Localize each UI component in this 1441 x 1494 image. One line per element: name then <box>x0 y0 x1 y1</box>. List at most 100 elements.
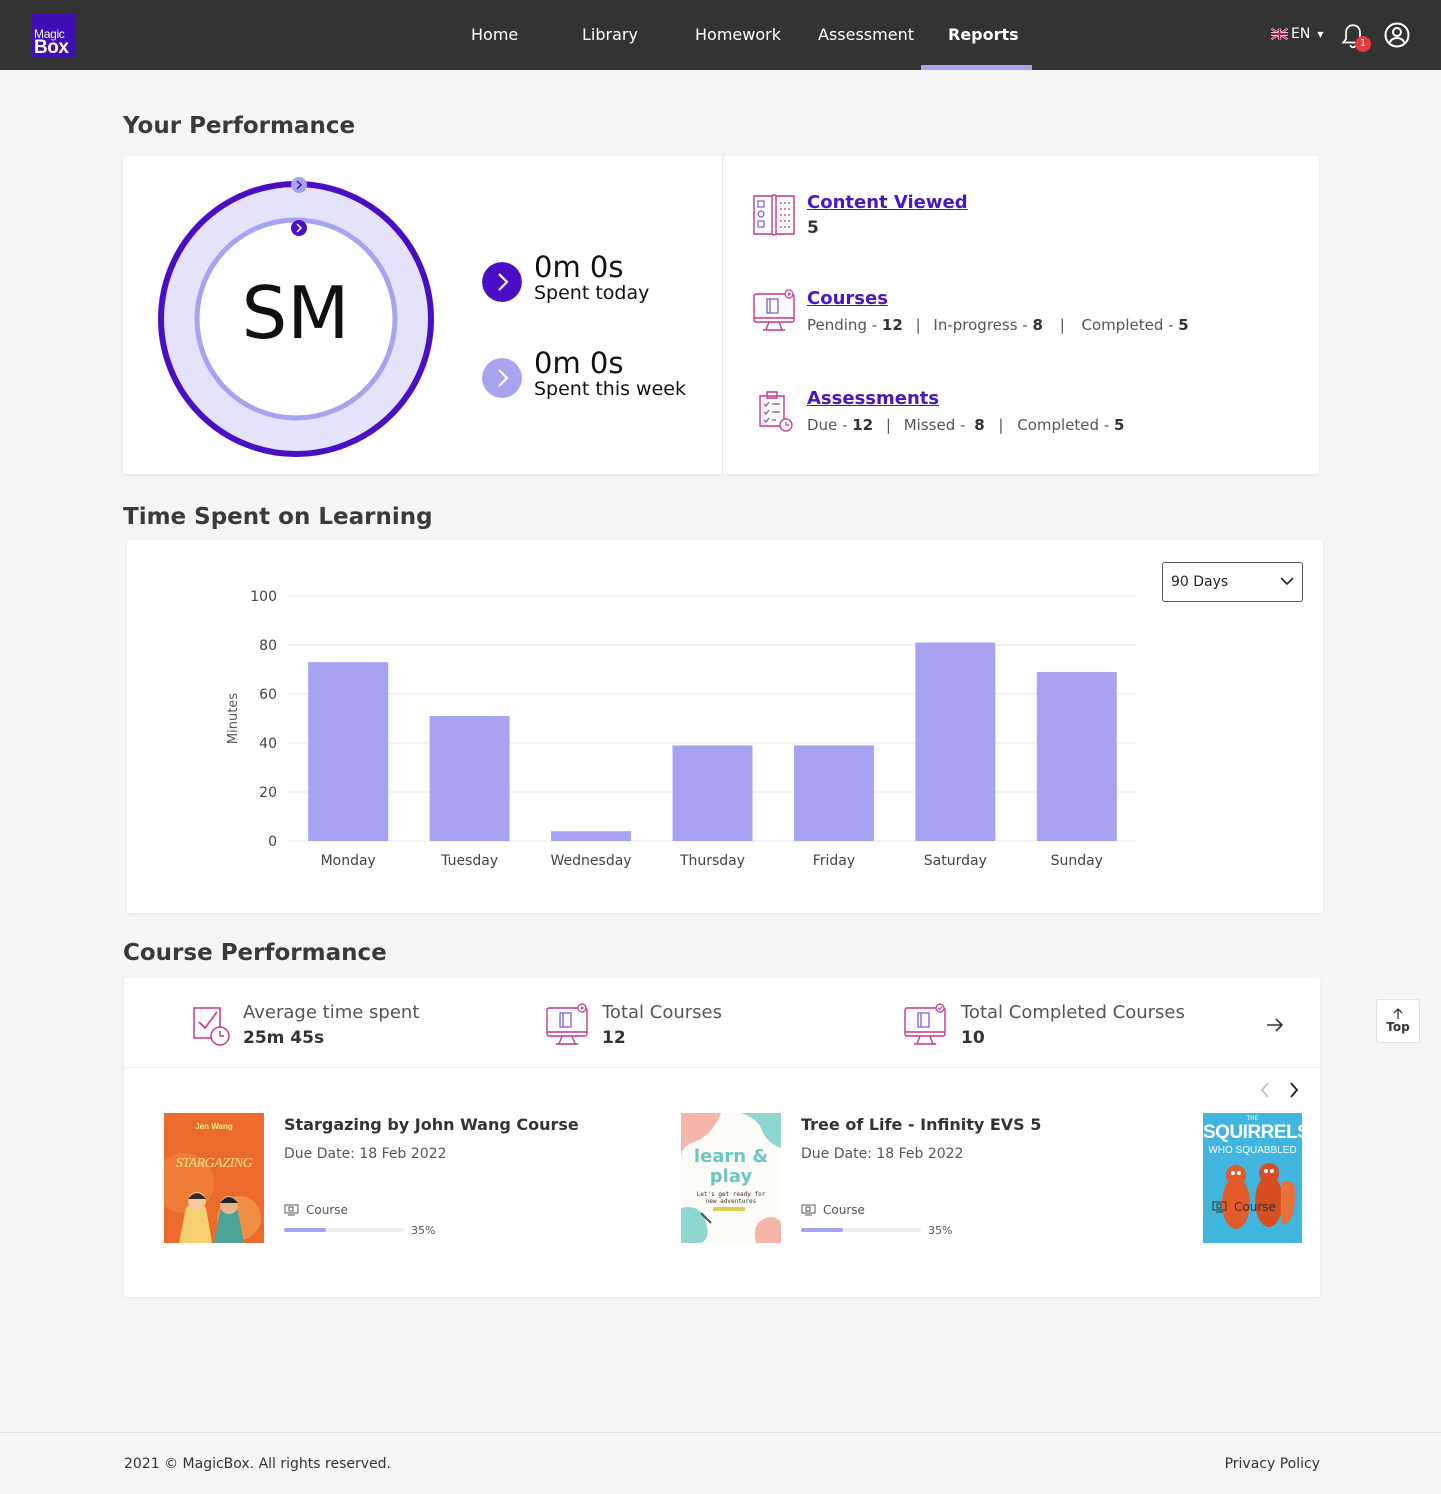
avg-time-label: Average time spent <box>243 1002 420 1023</box>
footer-copyright: 2021 © MagicBox. All rights reserved. <box>124 1456 391 1472</box>
course-title[interactable]: Stargazing by John Wang Course <box>284 1115 579 1134</box>
spent-today-label: Spent today <box>534 282 650 304</box>
monitor-check-icon <box>904 1003 946 1045</box>
assess-due-label: Due - <box>807 416 853 434</box>
logo-line2: Box <box>34 37 69 58</box>
course-progress-label: 35% <box>928 1224 953 1237</box>
assessments-breakdown: Due - 12 | Missed - 8 | Completed - 5 <box>807 416 1125 434</box>
avg-time-value: 25m 45s <box>243 1028 325 1048</box>
course-due-date: Due Date: 18 Feb 2022 <box>284 1146 447 1162</box>
language-label: EN <box>1291 26 1311 42</box>
x-tick-label: Tuesday <box>440 853 498 869</box>
nav-homework[interactable]: Homework <box>695 0 781 70</box>
y-tick-label: 100 <box>250 589 277 605</box>
privacy-policy-link[interactable]: Privacy Policy <box>1225 1456 1320 1472</box>
course-cover-squirrels[interactable]: THE SQUIRRELS WHO SQUABBLED Course <box>1203 1113 1302 1243</box>
courses-completed: 5 <box>1178 316 1189 334</box>
carousel-prev-icon[interactable] <box>1260 1082 1270 1098</box>
course-type-icon <box>1212 1201 1227 1213</box>
course-title[interactable]: Tree of Life - Infinity EVS 5 <box>801 1115 1041 1134</box>
course-due-date: Due Date: 18 Feb 2022 <box>801 1146 964 1162</box>
assessments-link[interactable]: Assessments <box>807 388 939 409</box>
content-viewed-link[interactable]: Content Viewed <box>807 192 968 213</box>
y-tick-label: 0 <box>268 834 277 850</box>
stargazing-cover-art <box>164 1113 264 1243</box>
top-nav-bar: Magic Box Home Library Homework Assessme… <box>0 0 1441 70</box>
assess-completed: 5 <box>1114 416 1125 434</box>
carousel-next-icon[interactable] <box>1289 1082 1299 1098</box>
user-initials: SM <box>241 271 350 355</box>
assess-missed-label: Missed - <box>903 416 971 434</box>
performance-divider <box>722 156 723 474</box>
courses-inprogress-label: In-progress - <box>933 316 1033 334</box>
clock-check-icon <box>193 1007 230 1046</box>
x-tick-label: Wednesday <box>551 853 632 869</box>
time-spent-card: 90 Days 0 20 40 60 80 100 Minutes Monday Tuesday… <box>127 540 1323 913</box>
courses-completed-label: Completed - <box>1081 316 1179 334</box>
time-spent-bar-chart: 0 20 40 60 80 100 Minutes Monday Tuesday Wednesda… <box>226 589 1137 869</box>
cover-subtitle: Let's get ready for new adventures <box>696 1191 766 1205</box>
uk-flag-icon <box>1271 28 1288 40</box>
bar <box>308 662 389 841</box>
course-performance-card: Average time spent 25m 45s Total Courses… <box>124 978 1320 1297</box>
nav-assessment[interactable]: Assessment <box>818 0 914 70</box>
courses-link[interactable]: Courses <box>807 288 888 309</box>
total-completed-value: 10 <box>961 1028 985 1048</box>
x-tick-label: Saturday <box>924 853 987 869</box>
nav-home[interactable]: Home <box>471 0 518 70</box>
course-type-label: Course <box>1234 1200 1276 1214</box>
course-progress-bar <box>801 1228 921 1232</box>
language-selector[interactable]: EN ▼ <box>1271 26 1323 42</box>
courses-pending-label: Pending - <box>807 316 882 334</box>
clipboard-clock-icon <box>759 391 793 432</box>
scroll-top-button[interactable]: Top <box>1376 999 1420 1043</box>
bar <box>551 831 632 841</box>
chevron-right-icon <box>482 262 522 302</box>
nav-library[interactable]: Library <box>582 0 638 70</box>
x-tick-label: Monday <box>321 853 376 869</box>
course-progress-bar <box>284 1228 404 1232</box>
course-type-icon <box>801 1204 816 1216</box>
active-tab-indicator <box>921 65 1032 70</box>
arrow-up-icon <box>1393 1008 1403 1019</box>
course-progress-fill <box>284 1228 326 1232</box>
user-icon[interactable] <box>1384 22 1410 48</box>
cover-author: Jen Wang <box>195 1122 233 1131</box>
nav-reports[interactable]: Reports <box>948 0 1019 70</box>
caret-down-icon: ▼ <box>1317 29 1324 39</box>
bar <box>429 716 510 841</box>
y-tick-label: 20 <box>259 785 277 801</box>
your-performance-heading: Your Performance <box>123 113 356 139</box>
course-cover-tree-of-life[interactable]: learn & play Let's get ready for new adv… <box>681 1113 781 1243</box>
chevron-right-icon <box>482 358 522 398</box>
course-performance-heading: Course Performance <box>123 940 387 966</box>
bar <box>1036 671 1117 841</box>
spent-today-block: 0m 0s Spent today <box>534 250 649 304</box>
x-tick-label: Sunday <box>1051 853 1103 869</box>
x-tick-label: Friday <box>813 853 855 869</box>
spent-today-value: 0m 0s <box>534 250 624 284</box>
performance-card: SM 0m 0s Spent today 0m 0s Spent this we… <box>123 156 1319 474</box>
cover-subtitle: WHO SQUABBLED <box>1208 1145 1297 1156</box>
content-viewed-count: 5 <box>807 218 819 238</box>
arrow-right-icon[interactable] <box>1266 1018 1284 1032</box>
y-axis-label: Minutes <box>226 693 241 744</box>
spent-week-label: Spent this week <box>534 378 686 400</box>
bar <box>915 642 996 841</box>
scroll-top-label: Top <box>1386 1020 1410 1034</box>
course-cover-stargazing[interactable]: Jen Wang STARGAZING <box>164 1113 264 1243</box>
bar <box>672 745 753 841</box>
y-tick-label: 80 <box>259 638 277 654</box>
assess-missed: 8 <box>974 416 985 434</box>
total-courses-value: 12 <box>602 1028 626 1048</box>
magicbox-logo[interactable]: Magic Box <box>31 13 76 58</box>
total-completed-label: Total Completed Courses <box>961 1002 1185 1023</box>
open-book-list-icon <box>753 194 795 236</box>
course-stats-divider <box>124 1067 1320 1068</box>
monitor-book-icon <box>546 1003 588 1045</box>
time-spent-heading: Time Spent on Learning <box>123 504 433 530</box>
spent-week-value: 0m 0s <box>534 346 624 380</box>
spent-week-block: 0m 0s Spent this week <box>534 346 686 400</box>
total-courses-label: Total Courses <box>602 1002 722 1023</box>
course-type-icon <box>284 1204 299 1216</box>
